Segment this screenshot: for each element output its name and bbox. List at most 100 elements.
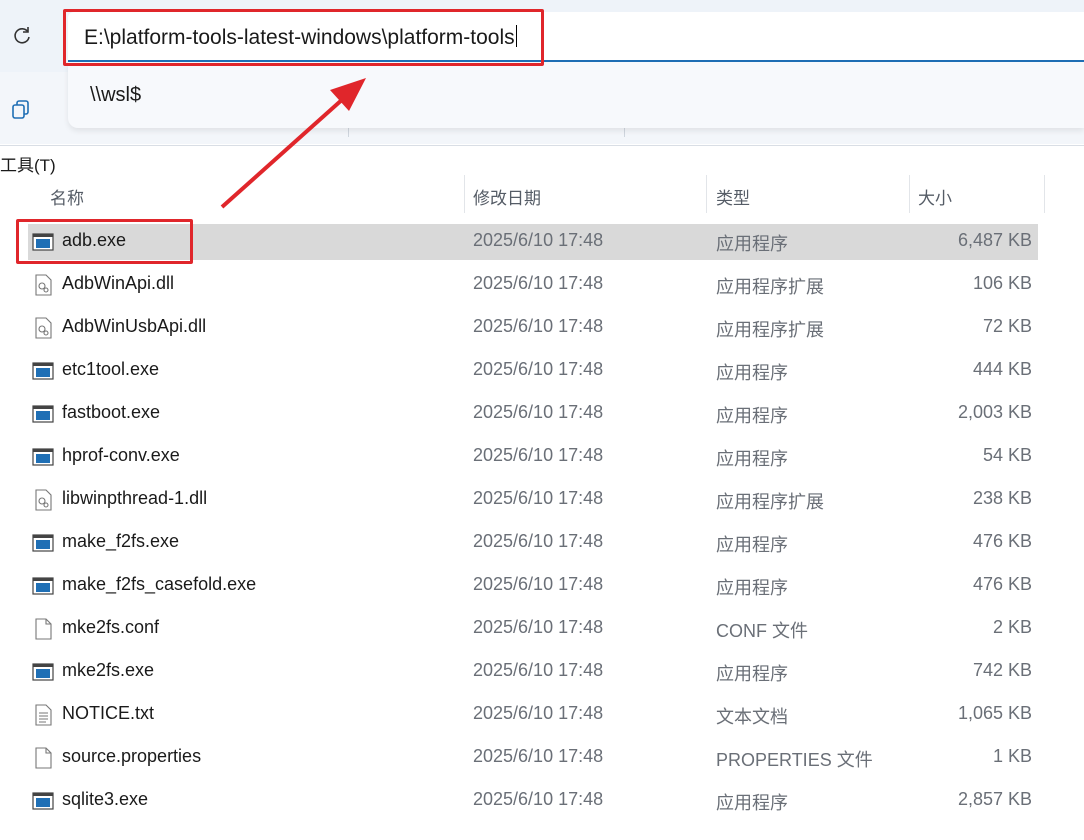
file-date: 2025/6/10 17:48 xyxy=(473,574,604,594)
file-type: 应用程序 xyxy=(716,793,788,813)
file-name: etc1tool.exe xyxy=(62,359,160,379)
refresh-button[interactable] xyxy=(6,20,38,52)
file-row[interactable]: mke2fs.exe 2025/6/10 17:48 应用程序 742 KB xyxy=(28,654,1038,690)
column-separator[interactable] xyxy=(706,175,707,213)
text-file-icon xyxy=(32,704,54,726)
column-header-name[interactable]: 名称 xyxy=(50,184,84,209)
file-type: 应用程序扩展 xyxy=(716,320,824,340)
file-size: 2,857 KB xyxy=(957,789,1032,809)
file-name: fastboot.exe xyxy=(62,402,161,422)
file-row[interactable]: AdbWinApi.dll 2025/6/10 17:48 应用程序扩展 106 KB xyxy=(28,267,1038,303)
file-name: AdbWinApi.dll xyxy=(62,273,175,293)
file-type: CONF 文件 xyxy=(716,621,808,641)
file-type: PROPERTIES 文件 xyxy=(716,750,873,770)
file-size: 72 KB xyxy=(982,316,1032,336)
file-date: 2025/6/10 17:48 xyxy=(473,660,604,680)
column-header-size[interactable]: 大小 xyxy=(918,184,952,209)
exe-icon xyxy=(32,661,54,683)
file-date: 2025/6/10 17:48 xyxy=(473,359,604,379)
file-size: 6,487 KB xyxy=(957,230,1032,250)
column-header-row: 名称 修改日期 类型 大小 xyxy=(0,175,1084,215)
file-date: 2025/6/10 17:48 xyxy=(473,230,604,250)
address-suggestions: \\wsl$ xyxy=(68,62,1084,128)
file-explorer-window: E:\platform-tools-latest-windows\platfor… xyxy=(0,0,1084,840)
annotation-highlight-adb xyxy=(16,219,193,264)
file-row[interactable]: hprof-conv.exe 2025/6/10 17:48 应用程序 54 KB xyxy=(28,439,1038,475)
file-date: 2025/6/10 17:48 xyxy=(473,531,604,551)
file-row[interactable]: AdbWinUsbApi.dll 2025/6/10 17:48 应用程序扩展 72 … xyxy=(28,310,1038,346)
refresh-icon xyxy=(14,27,30,44)
file-row[interactable]: etc1tool.exe 2025/6/10 17:48 应用程序 444 KB xyxy=(28,353,1038,389)
exe-icon xyxy=(32,403,54,425)
file-type: 应用程序 xyxy=(716,578,788,598)
file-size: 1 KB xyxy=(992,746,1032,766)
file-name: sqlite3.exe xyxy=(62,789,149,809)
file-date: 2025/6/10 17:48 xyxy=(473,789,604,809)
file-date: 2025/6/10 17:48 xyxy=(473,445,604,465)
file-size: 2 KB xyxy=(992,617,1032,637)
copy-button[interactable] xyxy=(6,94,36,124)
dll-icon xyxy=(32,274,54,296)
suggestion-item[interactable]: \\wsl$ xyxy=(90,84,141,107)
column-header-date[interactable]: 修改日期 xyxy=(473,184,541,209)
copy-icon xyxy=(12,100,29,119)
file-size: 106 KB xyxy=(972,273,1032,293)
menu-bar: 工具(T) xyxy=(0,145,1084,176)
file-size: 476 KB xyxy=(972,531,1032,551)
file-size: 444 KB xyxy=(972,359,1032,379)
column-separator[interactable] xyxy=(1044,175,1045,213)
dll-icon xyxy=(32,317,54,339)
blank-file-icon xyxy=(32,747,54,769)
file-row[interactable]: sqlite3.exe 2025/6/10 17:48 应用程序 2,857 KB xyxy=(28,783,1038,819)
file-size: 238 KB xyxy=(972,488,1032,508)
file-row[interactable]: mke2fs.conf 2025/6/10 17:48 CONF 文件 2 KB xyxy=(28,611,1038,647)
file-row[interactable]: fastboot.exe 2025/6/10 17:48 应用程序 2,003 KB xyxy=(28,396,1038,432)
column-separator[interactable] xyxy=(464,175,465,213)
file-size: 1,065 KB xyxy=(957,703,1032,723)
file-date: 2025/6/10 17:48 xyxy=(473,316,604,336)
file-type: 应用程序 xyxy=(716,234,788,254)
file-date: 2025/6/10 17:48 xyxy=(473,746,604,766)
file-type: 应用程序 xyxy=(716,664,788,684)
file-name: libwinpthread-1.dll xyxy=(62,488,208,508)
file-type: 应用程序 xyxy=(716,449,788,469)
file-type: 应用程序扩展 xyxy=(716,492,824,512)
dll-icon xyxy=(32,489,54,511)
file-size: 54 KB xyxy=(982,445,1032,465)
file-type: 应用程序 xyxy=(716,535,788,555)
exe-icon xyxy=(32,360,54,382)
file-row[interactable]: libwinpthread-1.dll 2025/6/10 17:48 应用程序扩展… xyxy=(28,482,1038,518)
annotation-highlight-address xyxy=(63,9,544,66)
file-name: mke2fs.conf xyxy=(62,617,160,637)
file-type: 应用程序扩展 xyxy=(716,277,824,297)
menu-tools[interactable]: 工具(T) xyxy=(0,151,56,176)
exe-icon xyxy=(32,446,54,468)
file-date: 2025/6/10 17:48 xyxy=(473,617,604,637)
file-size: 476 KB xyxy=(972,574,1032,594)
file-name: hprof-conv.exe xyxy=(62,445,180,465)
file-date: 2025/6/10 17:48 xyxy=(473,273,604,293)
exe-icon xyxy=(32,532,54,554)
file-name: source.properties xyxy=(62,746,202,766)
file-type: 文本文档 xyxy=(716,707,788,727)
column-separator[interactable] xyxy=(909,175,910,213)
file-type: 应用程序 xyxy=(716,406,788,426)
file-name: make_f2fs_casefold.exe xyxy=(62,574,257,594)
file-size: 2,003 KB xyxy=(957,402,1032,422)
file-name: mke2fs.exe xyxy=(62,660,155,680)
file-row[interactable]: make_f2fs.exe 2025/6/10 17:48 应用程序 476 KB xyxy=(28,525,1038,561)
blank-file-icon xyxy=(32,618,54,640)
file-name: NOTICE.txt xyxy=(62,703,155,723)
file-row[interactable]: NOTICE.txt 2025/6/10 17:48 文本文档 1,065 KB xyxy=(28,697,1038,733)
file-date: 2025/6/10 17:48 xyxy=(473,402,604,422)
file-size: 742 KB xyxy=(972,660,1032,680)
file-type: 应用程序 xyxy=(716,363,788,383)
column-header-type[interactable]: 类型 xyxy=(716,184,750,209)
file-name: AdbWinUsbApi.dll xyxy=(62,316,207,336)
file-date: 2025/6/10 17:48 xyxy=(473,488,604,508)
file-row[interactable]: source.properties 2025/6/10 17:48 PROPERTI… xyxy=(28,740,1038,776)
file-name: make_f2fs.exe xyxy=(62,531,180,551)
exe-icon xyxy=(32,575,54,597)
file-row[interactable]: make_f2fs_casefold.exe 2025/6/10 17:48 应用程… xyxy=(28,568,1038,604)
exe-icon xyxy=(32,790,54,812)
